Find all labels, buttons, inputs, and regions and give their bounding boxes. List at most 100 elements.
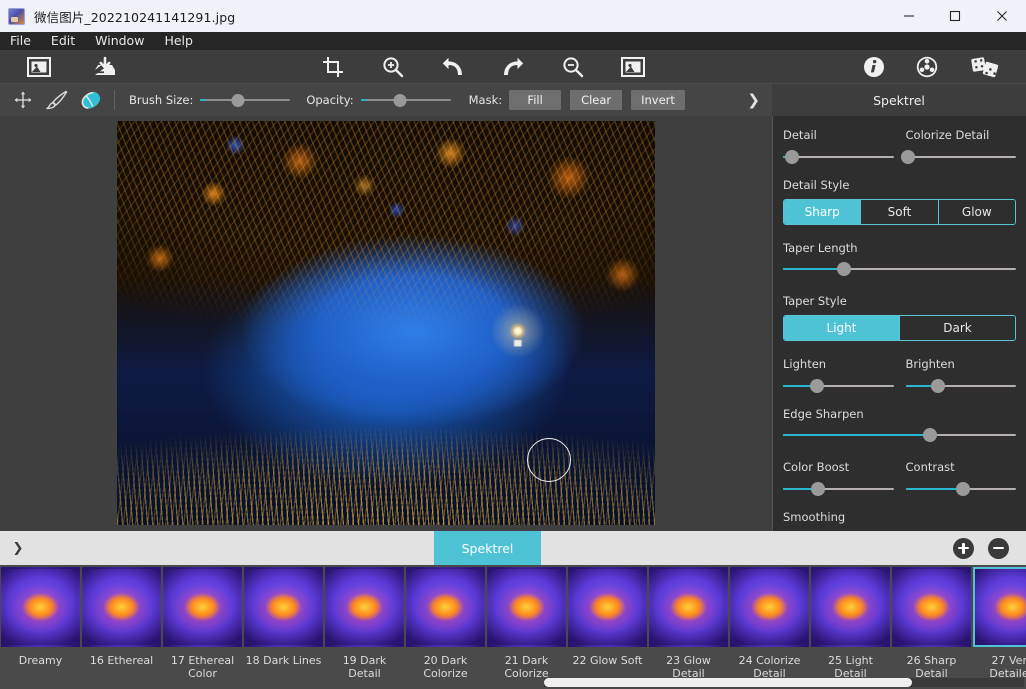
preset-thumbnail-image[interactable] bbox=[973, 567, 1026, 647]
preset-thumbnail-image[interactable] bbox=[892, 567, 971, 647]
color-boost-knob[interactable] bbox=[811, 482, 825, 496]
close-icon[interactable] bbox=[978, 0, 1026, 32]
detail-slider[interactable] bbox=[783, 150, 894, 164]
brighten-knob[interactable] bbox=[931, 379, 945, 393]
preset-thumbnail[interactable]: 19 Dark Detail bbox=[324, 565, 405, 689]
preset-thumbnail[interactable]: 22 Glow Soft bbox=[567, 565, 648, 689]
contrast-label: Contrast bbox=[906, 460, 1017, 474]
pan-tool-icon[interactable] bbox=[6, 85, 40, 115]
lighten-slider[interactable] bbox=[783, 379, 894, 393]
colorize-detail-slider[interactable] bbox=[906, 150, 1017, 164]
preset-thumbnail[interactable]: 20 Dark Colorize bbox=[405, 565, 486, 689]
edge-sharpen-slider[interactable] bbox=[783, 428, 1016, 442]
color-boost-slider[interactable] bbox=[783, 482, 894, 496]
preset-thumbnail[interactable]: 26 Sharp Detail bbox=[891, 565, 972, 689]
lighten-label: Lighten bbox=[783, 357, 894, 371]
preset-thumbnail-image[interactable] bbox=[406, 567, 485, 647]
filmstrip-scrollbar[interactable] bbox=[544, 678, 1024, 687]
mask-fill-button[interactable]: Fill bbox=[509, 90, 561, 110]
menu-item-edit[interactable]: Edit bbox=[41, 32, 85, 50]
detail-style-sharp[interactable]: Sharp bbox=[784, 200, 861, 224]
brush-cursor bbox=[527, 438, 571, 482]
detail-knob[interactable] bbox=[785, 150, 799, 164]
lighten-control: Lighten bbox=[783, 357, 894, 407]
edited-photo[interactable] bbox=[117, 121, 655, 525]
brush-size-slider[interactable] bbox=[200, 92, 290, 108]
settings-icon[interactable] bbox=[906, 50, 948, 84]
opacity-slider[interactable] bbox=[361, 92, 451, 108]
info-icon[interactable] bbox=[853, 50, 895, 84]
detail-style-label: Detail Style bbox=[783, 178, 1016, 192]
brush-tool-icon[interactable] bbox=[40, 85, 74, 115]
minimize-icon[interactable] bbox=[886, 0, 932, 32]
open-image-icon[interactable] bbox=[18, 50, 60, 84]
chevron-down-icon[interactable]: ❯ bbox=[0, 531, 36, 565]
menu-item-file[interactable]: File bbox=[0, 32, 41, 50]
eraser-tool-icon[interactable] bbox=[74, 85, 108, 115]
preset-thumbnail-image[interactable] bbox=[325, 567, 404, 647]
preset-thumbnail-label: 26 Sharp Detail bbox=[892, 654, 971, 680]
filmstrip-active-tab[interactable]: Spektrel bbox=[434, 531, 541, 565]
zoom-in-icon[interactable] bbox=[372, 50, 414, 84]
preset-thumbnail[interactable]: Dreamy bbox=[0, 565, 81, 689]
edge-sharpen-knob[interactable] bbox=[923, 428, 937, 442]
canvas-area[interactable] bbox=[0, 116, 772, 531]
preset-thumbnail[interactable]: 23 Glow Detail bbox=[648, 565, 729, 689]
undo-icon[interactable] bbox=[432, 50, 474, 84]
preset-filmstrip[interactable]: Dreamy16 Ethereal17 Ethereal Color18 Dar… bbox=[0, 565, 1026, 689]
preset-thumbnail-image[interactable] bbox=[730, 567, 809, 647]
contrast-knob[interactable] bbox=[956, 482, 970, 496]
redo-icon[interactable] bbox=[492, 50, 534, 84]
window-title: 微信图片_202210241141291.jpg bbox=[34, 7, 235, 26]
lighten-knob[interactable] bbox=[810, 379, 824, 393]
brush-size-label: Brush Size: bbox=[129, 93, 193, 107]
taper-length-slider[interactable] bbox=[783, 262, 1016, 276]
save-image-icon[interactable] bbox=[84, 50, 126, 84]
plus-icon[interactable] bbox=[953, 538, 974, 559]
detail-style-glow[interactable]: Glow bbox=[939, 200, 1015, 224]
preset-thumbnail-image[interactable] bbox=[82, 567, 161, 647]
preset-thumbnail-image[interactable] bbox=[163, 567, 242, 647]
preset-thumbnail[interactable]: 16 Ethereal bbox=[81, 565, 162, 689]
preset-thumbnail[interactable]: 21 Dark Colorize bbox=[486, 565, 567, 689]
menu-item-window[interactable]: Window bbox=[85, 32, 154, 50]
preset-thumbnail[interactable]: 17 Ethereal Color bbox=[162, 565, 243, 689]
brush-size-knob[interactable] bbox=[232, 94, 245, 107]
colorize-detail-knob[interactable] bbox=[901, 150, 915, 164]
fit-image-icon[interactable] bbox=[612, 50, 654, 84]
preset-thumbnail[interactable]: 24 Colorize Detail bbox=[729, 565, 810, 689]
mask-invert-button[interactable]: Invert bbox=[631, 90, 685, 110]
options-divider bbox=[114, 90, 115, 110]
opacity-knob[interactable] bbox=[394, 94, 407, 107]
preset-thumbnail-image[interactable] bbox=[487, 567, 566, 647]
crop-icon[interactable] bbox=[312, 50, 354, 84]
taper-length-fill bbox=[783, 268, 844, 270]
randomize-icon[interactable] bbox=[964, 50, 1006, 84]
minus-icon[interactable] bbox=[988, 538, 1009, 559]
preset-thumbnail-image[interactable] bbox=[568, 567, 647, 647]
taper-style-dark[interactable]: Dark bbox=[900, 316, 1015, 340]
preset-thumbnail-image[interactable] bbox=[1, 567, 80, 647]
lighten-brighten-row: Lighten Brighten bbox=[783, 357, 1016, 407]
preset-thumbnail-image[interactable] bbox=[649, 567, 728, 647]
preset-thumbnail-image[interactable] bbox=[244, 567, 323, 647]
chevron-right-icon[interactable]: ❯ bbox=[747, 91, 760, 109]
preset-thumbnail-image[interactable] bbox=[811, 567, 890, 647]
detail-style-soft[interactable]: Soft bbox=[861, 200, 938, 224]
app-window: 微信图片_202210241141291.jpg File Edit Windo… bbox=[0, 0, 1026, 689]
maximize-icon[interactable] bbox=[932, 0, 978, 32]
zoom-out-icon[interactable] bbox=[552, 50, 594, 84]
preset-thumbnail[interactable]: 18 Dark Lines bbox=[243, 565, 324, 689]
preset-thumbnail[interactable]: 27 Very Detailed bbox=[972, 565, 1026, 689]
brighten-slider[interactable] bbox=[906, 379, 1017, 393]
menu-item-help[interactable]: Help bbox=[154, 32, 203, 50]
preset-thumbnail-label: 17 Ethereal Color bbox=[163, 654, 242, 680]
filmstrip-scrollbar-thumb[interactable] bbox=[544, 678, 912, 687]
taper-style-light[interactable]: Light bbox=[784, 316, 900, 340]
taper-length-knob[interactable] bbox=[837, 262, 851, 276]
contrast-slider[interactable] bbox=[906, 482, 1017, 496]
preset-thumbnail[interactable]: 25 Light Detail bbox=[810, 565, 891, 689]
preset-thumbnail-label: 24 Colorize Detail bbox=[730, 654, 809, 680]
photo-lamp-post bbox=[117, 121, 655, 525]
mask-clear-button[interactable]: Clear bbox=[570, 90, 622, 110]
